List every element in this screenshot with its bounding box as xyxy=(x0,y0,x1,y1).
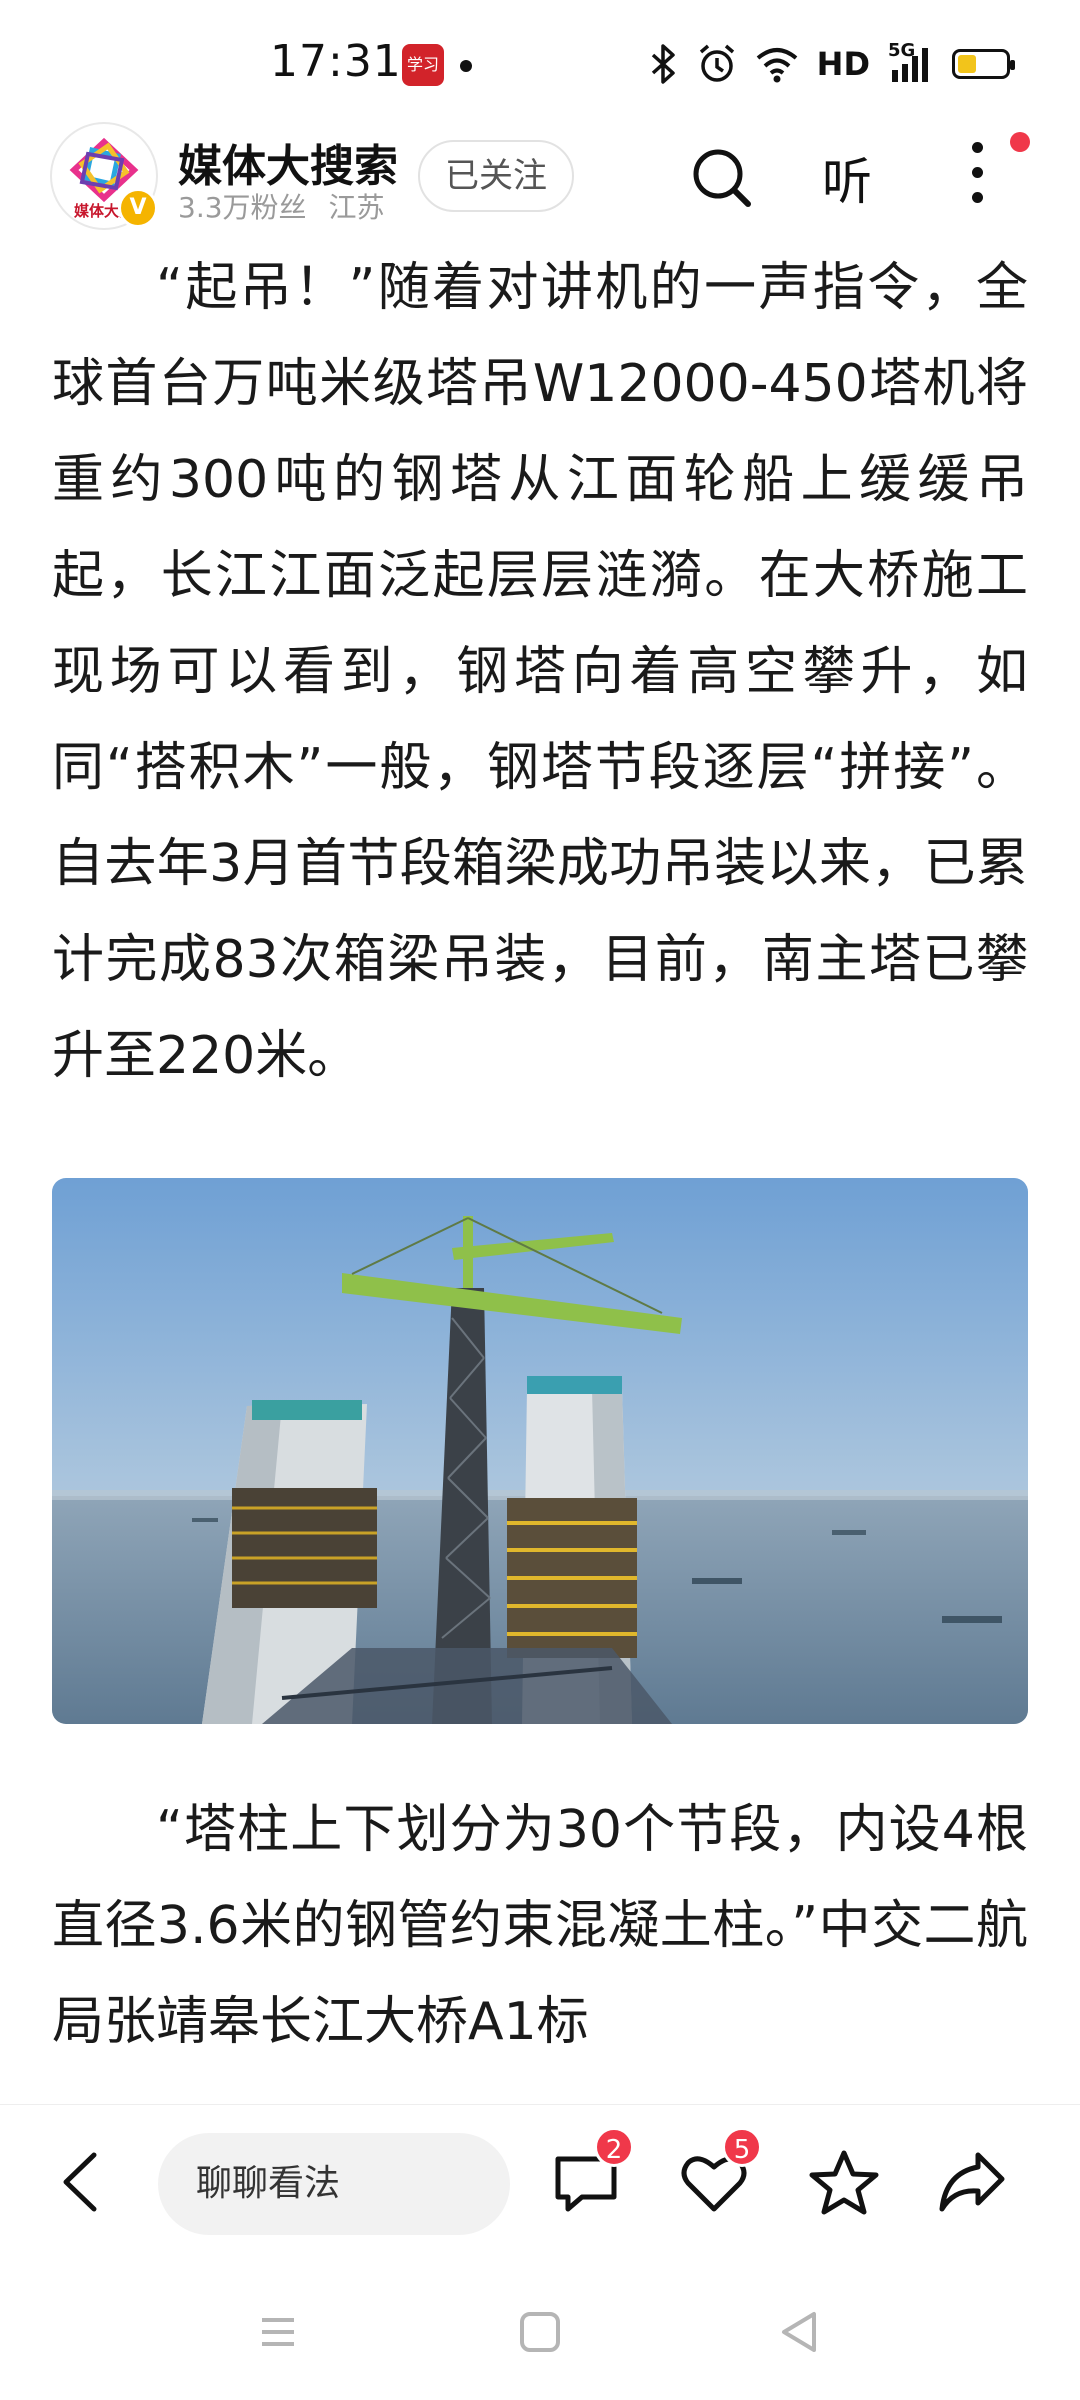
account-meta: 3.3万粉丝 江苏 xyxy=(178,186,385,226)
status-time: 17:31 xyxy=(270,36,402,87)
system-nav-bar xyxy=(0,2254,1080,2400)
follow-button[interactable]: 已关注 xyxy=(418,140,574,212)
follower-count: 3.3万粉丝 xyxy=(178,191,307,224)
alarm-icon xyxy=(699,44,734,82)
listen-button[interactable]: 听 xyxy=(822,142,872,214)
article-paragraph: “起吊！”随着对讲机的一声指令，全球首台万吨米级塔吊W12000-450塔机将重… xyxy=(52,258,1028,1086)
menu-icon[interactable] xyxy=(248,2302,308,2362)
notification-dot xyxy=(1010,132,1030,152)
comment-input[interactable]: 聊聊看法 xyxy=(158,2133,510,2235)
bluetooth-icon xyxy=(651,44,675,84)
article-paragraph: “塔柱上下划分为30个节段，内设4根直径3.6米的钢管约束混凝土柱。”中交二航局… xyxy=(52,1800,1028,2052)
star-icon[interactable] xyxy=(806,2145,882,2221)
verified-badge-icon: V xyxy=(118,188,158,228)
bottom-action-bar: 聊聊看法 2 5 xyxy=(0,2104,1080,2254)
article-photo[interactable] xyxy=(52,1178,1028,1724)
comment-button[interactable]: 2 xyxy=(548,2127,634,2221)
status-bar: 17:31 学习 HD 5G xyxy=(0,0,1080,120)
article-paragraph-container: “塔柱上下划分为30个节段，内设4根直径3.6米的钢管约束混凝土柱。”中交二航局… xyxy=(52,1782,1028,2118)
bridge-tower-crane-image xyxy=(52,1178,1028,1724)
app-notification-icon: 学习 xyxy=(402,44,444,86)
network-hd-label: HD xyxy=(816,45,870,83)
back-icon[interactable] xyxy=(52,2147,112,2217)
battery-icon xyxy=(952,49,1015,79)
wifi-icon xyxy=(756,48,797,83)
signal-icon: 5G xyxy=(888,40,934,86)
home-icon[interactable] xyxy=(510,2302,570,2362)
account-name[interactable]: 媒体大搜索 xyxy=(178,130,398,194)
battery-level xyxy=(958,55,976,73)
like-count-badge: 5 xyxy=(722,2127,762,2167)
back-triangle-icon[interactable] xyxy=(770,2302,830,2362)
comment-count-badge: 2 xyxy=(594,2127,634,2167)
more-options-icon[interactable] xyxy=(962,142,992,212)
status-icons: HD 5G xyxy=(649,40,1015,88)
share-icon[interactable] xyxy=(934,2145,1010,2221)
account-header: 媒体大搜 V 媒体大搜索 3.3万粉丝 江苏 已关注 听 xyxy=(0,120,1080,240)
notification-dot-icon xyxy=(460,60,472,72)
search-icon[interactable] xyxy=(690,146,754,210)
like-button[interactable]: 5 xyxy=(676,2127,762,2221)
account-location: 江苏 xyxy=(328,191,385,224)
